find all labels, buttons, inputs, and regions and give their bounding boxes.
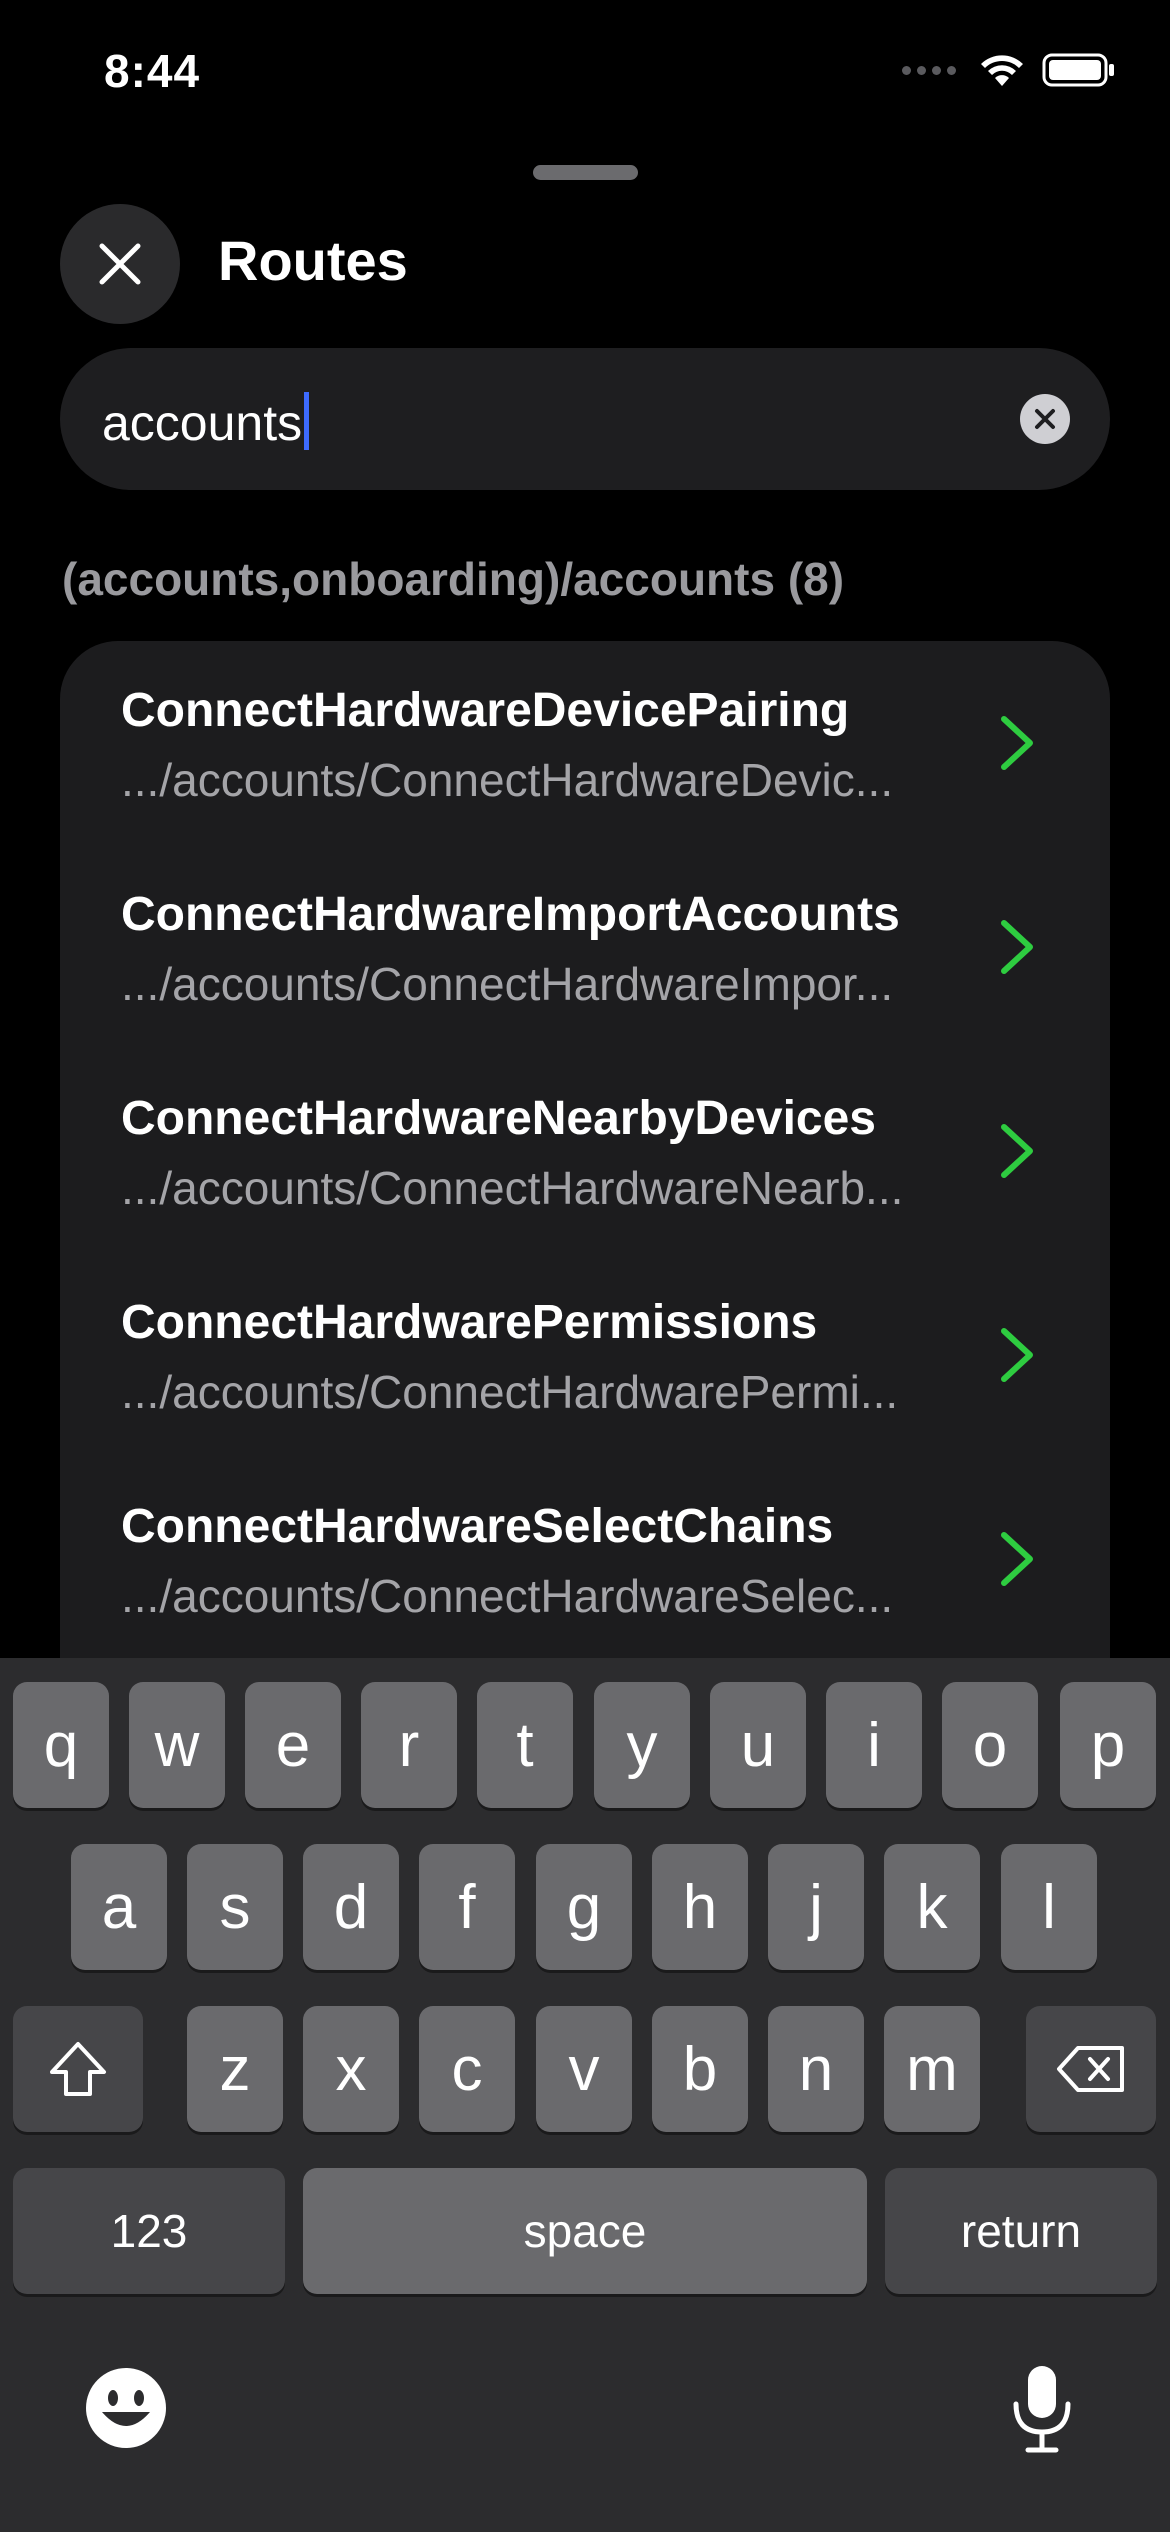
status-time: 8:44 (104, 45, 201, 97)
space-key[interactable]: space (303, 2168, 867, 2294)
chevron-right-icon (1001, 920, 1033, 974)
clear-icon (1035, 409, 1055, 429)
key-t[interactable]: t (477, 1682, 573, 1808)
key-p[interactable]: p (1060, 1682, 1156, 1808)
microphone-icon (1013, 2366, 1071, 2453)
route-list: ConnectHardwareDevicePairing .../account… (60, 641, 1110, 1741)
route-row[interactable]: ConnectHardwarePermissions .../accounts/… (60, 1253, 1110, 1457)
key-f[interactable]: f (419, 1844, 515, 1970)
key-b[interactable]: b (652, 2006, 748, 2132)
status-icons (902, 52, 1116, 88)
key-x[interactable]: x (303, 2006, 399, 2132)
key-m[interactable]: m (884, 2006, 980, 2132)
key-j[interactable]: j (768, 1844, 864, 1970)
route-row[interactable]: ConnectHardwareNearbyDevices .../account… (60, 1049, 1110, 1253)
close-button[interactable] (60, 204, 180, 324)
dictation-button[interactable] (1010, 2364, 1074, 2459)
section-header: (accounts,onboarding)/accounts (8) (62, 553, 845, 605)
chevron-right-icon (1001, 716, 1033, 770)
key-e[interactable]: e (245, 1682, 341, 1808)
chevron-right-icon (1001, 1124, 1033, 1178)
battery-icon (1042, 53, 1114, 87)
keyboard: q w e r t y u i o p a s d f g h j k l z … (0, 1658, 1170, 2532)
route-name: ConnectHardwareDevicePairing (121, 684, 850, 737)
backspace-key[interactable] (1026, 2006, 1156, 2132)
route-name: ConnectHardwareSelectChains (121, 1500, 834, 1553)
shift-key[interactable] (13, 2006, 143, 2132)
search-input[interactable]: accounts (60, 348, 1110, 490)
close-icon (99, 243, 141, 285)
key-r[interactable]: r (361, 1682, 457, 1808)
key-l[interactable]: l (1001, 1844, 1097, 1970)
key-c[interactable]: c (419, 2006, 515, 2132)
sheet-grabber[interactable] (533, 165, 638, 180)
route-path: .../accounts/ConnectHardwareNearb... (121, 1162, 904, 1214)
return-key[interactable]: return (885, 2168, 1157, 2294)
key-v[interactable]: v (536, 2006, 632, 2132)
screen: 8:44 Routes accounts (accounts,onboardin… (0, 0, 1170, 2532)
chevron-right-icon (1001, 1532, 1033, 1586)
route-row[interactable]: ConnectHardwareImportAccounts .../accoun… (60, 845, 1110, 1049)
route-row[interactable]: ConnectHardwareSelectChains .../accounts… (60, 1457, 1110, 1661)
clear-search-button[interactable] (1020, 394, 1070, 444)
key-i[interactable]: i (826, 1682, 922, 1808)
backspace-icon (1057, 2046, 1124, 2092)
search-value-text: accounts (102, 395, 303, 451)
key-s[interactable]: s (187, 1844, 283, 1970)
key-a[interactable]: a (71, 1844, 167, 1970)
route-path: .../accounts/ConnectHardwareImpor... (121, 958, 894, 1010)
status-bar: 8:44 (0, 0, 1170, 150)
search-input-value: accounts (102, 392, 310, 452)
key-y[interactable]: y (594, 1682, 690, 1808)
key-k[interactable]: k (884, 1844, 980, 1970)
shift-icon (50, 2042, 106, 2096)
key-d[interactable]: d (303, 1844, 399, 1970)
wifi-icon (981, 55, 1023, 86)
key-o[interactable]: o (942, 1682, 1038, 1808)
route-name: ConnectHardwareImportAccounts (121, 888, 900, 941)
emoji-icon (86, 2368, 166, 2448)
chevron-right-icon (1001, 1328, 1033, 1382)
route-path: .../accounts/ConnectHardwarePermi... (121, 1366, 899, 1418)
key-h[interactable]: h (652, 1844, 748, 1970)
route-row[interactable]: ConnectHardwareDevicePairing .../account… (60, 641, 1110, 845)
route-path: .../accounts/ConnectHardwareSelec... (121, 1570, 894, 1622)
text-caret (304, 392, 310, 450)
route-name: ConnectHardwareNearbyDevices (121, 1092, 876, 1145)
key-n[interactable]: n (768, 2006, 864, 2132)
key-q[interactable]: q (13, 1682, 109, 1808)
route-name: ConnectHardwarePermissions (121, 1296, 818, 1349)
page-title: Routes (218, 229, 408, 292)
key-g[interactable]: g (536, 1844, 632, 1970)
numbers-key[interactable]: 123 (13, 2168, 285, 2294)
key-z[interactable]: z (187, 2006, 283, 2132)
key-w[interactable]: w (129, 1682, 225, 1808)
emoji-button[interactable] (84, 2366, 168, 2455)
key-u[interactable]: u (710, 1682, 806, 1808)
route-path: .../accounts/ConnectHardwareDevic... (121, 754, 894, 806)
cellular-signal-icon (902, 65, 956, 75)
